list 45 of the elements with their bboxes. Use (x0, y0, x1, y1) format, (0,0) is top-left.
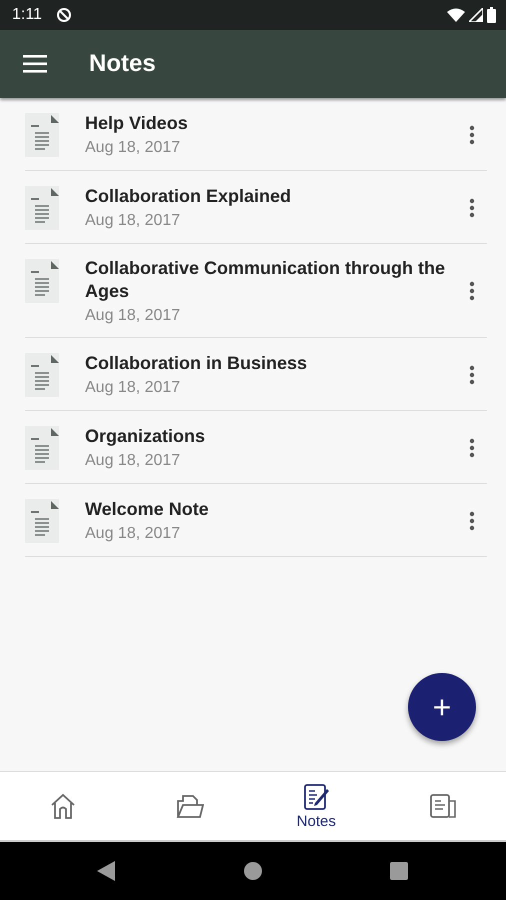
note-item[interactable]: Organizations Aug 18, 2017 (25, 411, 487, 484)
note-title: Organizations (85, 425, 206, 448)
note-item[interactable]: Collaboration in Business Aug 18, 2017 (25, 338, 487, 411)
more-options-icon[interactable] (469, 364, 475, 384)
clock: 1:11 (12, 6, 42, 24)
wifi-icon (447, 8, 465, 22)
screen-title: Notes (89, 50, 156, 78)
note-item[interactable]: Help Videos Aug 18, 2017 (25, 98, 487, 171)
add-note-button[interactable]: + (408, 673, 476, 741)
nav-tab[interactable]: Notes (253, 772, 380, 840)
note-item[interactable]: Collaborative Communication through the Ages Aug 18, 2017 (25, 244, 487, 338)
home-button-icon[interactable] (244, 862, 262, 880)
note-date: Aug 18, 2017 (85, 525, 182, 543)
note-date: Aug 18, 2017 (85, 307, 182, 325)
document-icon (25, 259, 59, 303)
note-title: Welcome Note (85, 498, 210, 521)
more-options-icon[interactable] (469, 510, 475, 530)
note-date: Aug 18, 2017 (85, 139, 182, 157)
document-icon (25, 426, 59, 470)
document-icon (25, 353, 59, 397)
note-item[interactable]: Collaboration Explained Aug 18, 2017 (25, 171, 487, 244)
home-icon (50, 792, 76, 820)
more-options-icon[interactable] (469, 198, 475, 218)
document-icon (25, 113, 59, 157)
note-item[interactable]: Welcome Note Aug 18, 2017 (25, 484, 487, 557)
battery-icon (487, 7, 496, 23)
more-options-icon[interactable] (469, 124, 475, 144)
notepad-pencil-icon (303, 782, 330, 810)
note-title: Help Videos (85, 112, 189, 135)
document-icon (25, 186, 59, 230)
more-options-icon[interactable] (469, 438, 475, 458)
menu-icon[interactable] (23, 55, 47, 73)
note-date: Aug 18, 2017 (85, 452, 182, 470)
document-icon (428, 793, 457, 819)
note-title: Collaboration in Business (85, 352, 308, 375)
folder-icon (176, 793, 204, 819)
back-icon[interactable] (97, 861, 115, 881)
do-not-disturb-icon (56, 7, 72, 23)
note-title: Collaboration Explained (85, 185, 292, 208)
document-icon (25, 499, 59, 543)
note-date: Aug 18, 2017 (85, 212, 182, 230)
note-title: Collaborative Communication through the Ages (85, 257, 446, 303)
signal-icon (469, 8, 483, 22)
note-date: Aug 18, 2017 (85, 379, 182, 397)
more-options-icon[interactable] (469, 281, 475, 301)
